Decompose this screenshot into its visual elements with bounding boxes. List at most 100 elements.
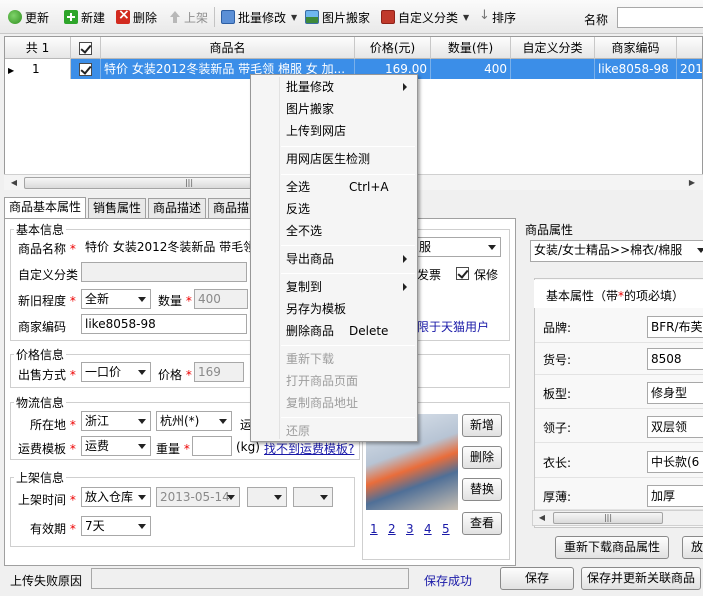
grid-col-custom-category[interactable]: 自定义分类 (511, 37, 595, 59)
menu-item-upload-store[interactable]: 上传到网店 (251, 120, 417, 142)
collar-dropdown[interactable]: 双层领 (647, 416, 703, 438)
menu-item-open-page[interactable]: 打开商品页面 (251, 370, 417, 392)
dropdown-arrow-icon: ▼ (291, 12, 298, 22)
properties-extra-button[interactable]: 放 (682, 536, 703, 559)
image-move-button[interactable]: 图片搬家 (305, 7, 370, 27)
merchant-code-label: 商家编码 (18, 320, 67, 334)
menu-item-store-doctor[interactable]: 用网店医生检测 (251, 148, 417, 170)
grid-col-merchant-code[interactable]: 商家编码 (595, 37, 677, 59)
property-row-thickness: 厚薄: 加厚 (535, 480, 703, 510)
fit-dropdown[interactable]: 修身型 (647, 382, 703, 404)
custom-category-field[interactable] (81, 262, 247, 282)
name-search-input[interactable] (617, 7, 703, 28)
image-page-5[interactable]: 5 (442, 522, 450, 536)
partial-dropdown[interactable]: 服 (415, 237, 501, 257)
menu-item-select-all[interactable]: 全选 Ctrl+A (251, 176, 417, 198)
tab-basic-attributes[interactable]: 商品基本属性 (4, 197, 87, 218)
thickness-dropdown[interactable]: 加厚 (647, 485, 703, 507)
scroll-left-icon[interactable]: ◀ (534, 512, 550, 524)
select-all-checkbox[interactable] (79, 42, 92, 55)
row-check-cell (71, 59, 101, 79)
save-button[interactable]: 保存 (500, 567, 574, 590)
image-page-4[interactable]: 4 (424, 522, 432, 536)
name-search-label: 名称 (584, 13, 609, 27)
listing-hour-dropdown[interactable] (247, 487, 287, 507)
menu-item-invert-selection[interactable]: 反选 (251, 198, 417, 220)
menu-item-restore[interactable]: 还原 (251, 420, 417, 442)
category-dropdown[interactable]: 女装/女士精品>>棉衣/棉服 (530, 240, 703, 262)
save-status-text: 保存成功 (424, 574, 473, 588)
basic-info-title: 基本信息 (14, 221, 67, 238)
item-no-field[interactable]: 8508 (647, 348, 703, 370)
listing-title: 上架信息 (14, 469, 67, 486)
length-dropdown[interactable]: 中长款(6 (647, 451, 703, 473)
tab-more[interactable]: 商品描 (208, 198, 255, 218)
warranty-checkbox[interactable] (456, 267, 469, 280)
redownload-properties-button[interactable]: 重新下载商品属性 (555, 536, 669, 559)
menu-separator (281, 417, 415, 418)
delete-icon (116, 7, 130, 24)
validity-label: 有效期 * (30, 522, 76, 536)
shipping-template-help-link[interactable]: 找不到运费模板? (264, 440, 354, 457)
image-page-1[interactable]: 1 (370, 522, 378, 536)
city-dropdown[interactable]: 杭州(*) (156, 411, 232, 431)
menu-item-export[interactable]: 导出商品 (251, 248, 417, 270)
tab-sales-attributes[interactable]: 销售属性 (88, 198, 147, 218)
scrollbar-thumb[interactable]: ||| (553, 512, 663, 524)
validity-dropdown[interactable]: 7天 (81, 516, 151, 536)
grid-col-check[interactable] (71, 37, 101, 59)
scroll-left-icon[interactable]: ◀ (6, 177, 22, 189)
publish-button[interactable]: 上架 (169, 7, 208, 27)
grid-col-price[interactable]: 价格(元) (355, 37, 431, 59)
view-image-button[interactable]: 查看 (462, 512, 502, 535)
menu-item-redownload[interactable]: 重新下载 (251, 348, 417, 370)
merchant-code-field[interactable]: like8058-98 (81, 314, 247, 334)
listing-minute-dropdown[interactable] (293, 487, 333, 507)
grid-col-more[interactable] (677, 37, 702, 59)
menu-item-save-as-template[interactable]: 另存为模板 (251, 298, 417, 320)
weight-field[interactable] (192, 436, 232, 456)
scroll-right-icon[interactable]: ▶ (684, 177, 700, 189)
delete-image-button[interactable]: 删除 (462, 446, 502, 469)
image-page-2[interactable]: 2 (388, 522, 396, 536)
menu-item-delete-product[interactable]: 删除商品 Delete (251, 320, 417, 342)
add-image-button[interactable]: 新增 (462, 414, 502, 437)
province-dropdown[interactable]: 浙江 (81, 411, 151, 431)
replace-image-button[interactable]: 替换 (462, 478, 502, 501)
sort-button[interactable]: 排序 (479, 7, 516, 27)
grid-col-count[interactable]: 共 1 (5, 37, 71, 59)
image-page-3[interactable]: 3 (406, 522, 414, 536)
tmall-only-link[interactable]: 限于天猫用户 (417, 318, 489, 335)
save-and-update-button[interactable]: 保存并更新关联商品 (581, 567, 701, 590)
table-icon (221, 10, 235, 24)
menu-item-copy-to[interactable]: 复制到 (251, 276, 417, 298)
menu-item-copy-url[interactable]: 复制商品地址 (251, 392, 417, 414)
sale-mode-label: 出售方式 * (18, 368, 76, 382)
new-button[interactable]: 新建 (64, 7, 105, 27)
menu-item-batch-edit[interactable]: 批量修改 (251, 76, 417, 98)
row-checkbox[interactable] (79, 63, 92, 76)
name-field[interactable]: 特价 女装2012冬装新品 带毛领 (81, 237, 251, 257)
delete-button[interactable]: 删除 (116, 7, 157, 27)
price-field[interactable]: 169 (194, 362, 244, 382)
tab-description[interactable]: 商品描述 (148, 198, 207, 218)
batch-edit-button[interactable]: 批量修改 ▼ (221, 7, 297, 27)
properties-horizontal-scrollbar[interactable]: ◀ ||| (532, 510, 703, 526)
shipping-template-dropdown[interactable]: 运费 (81, 436, 151, 456)
custom-category-button[interactable]: 自定义分类 ▼ (381, 7, 469, 27)
listing-time-dropdown[interactable]: 放入仓库 (81, 487, 151, 507)
menu-item-select-none[interactable]: 全不选 (251, 220, 417, 242)
sale-mode-dropdown[interactable]: 一口价 (81, 362, 151, 382)
condition-dropdown[interactable]: 全新 (81, 289, 151, 309)
menu-item-image-move[interactable]: 图片搬家 (251, 98, 417, 120)
brand-field[interactable]: BFR/布芙 (647, 316, 703, 338)
toolbar-separator (214, 7, 215, 27)
listing-date-picker[interactable]: 2013-05-14 (156, 487, 240, 507)
menu-separator (281, 245, 415, 246)
quantity-field[interactable]: 400 (194, 289, 248, 309)
grid-col-quantity[interactable]: 数量(件) (431, 37, 511, 59)
grid-col-name[interactable]: 商品名 (101, 37, 355, 59)
invoice-label: 发票 (417, 268, 442, 282)
properties-box-title: 基本属性（带*的项必填） (546, 289, 685, 303)
refresh-button[interactable]: 更新 (8, 7, 49, 27)
